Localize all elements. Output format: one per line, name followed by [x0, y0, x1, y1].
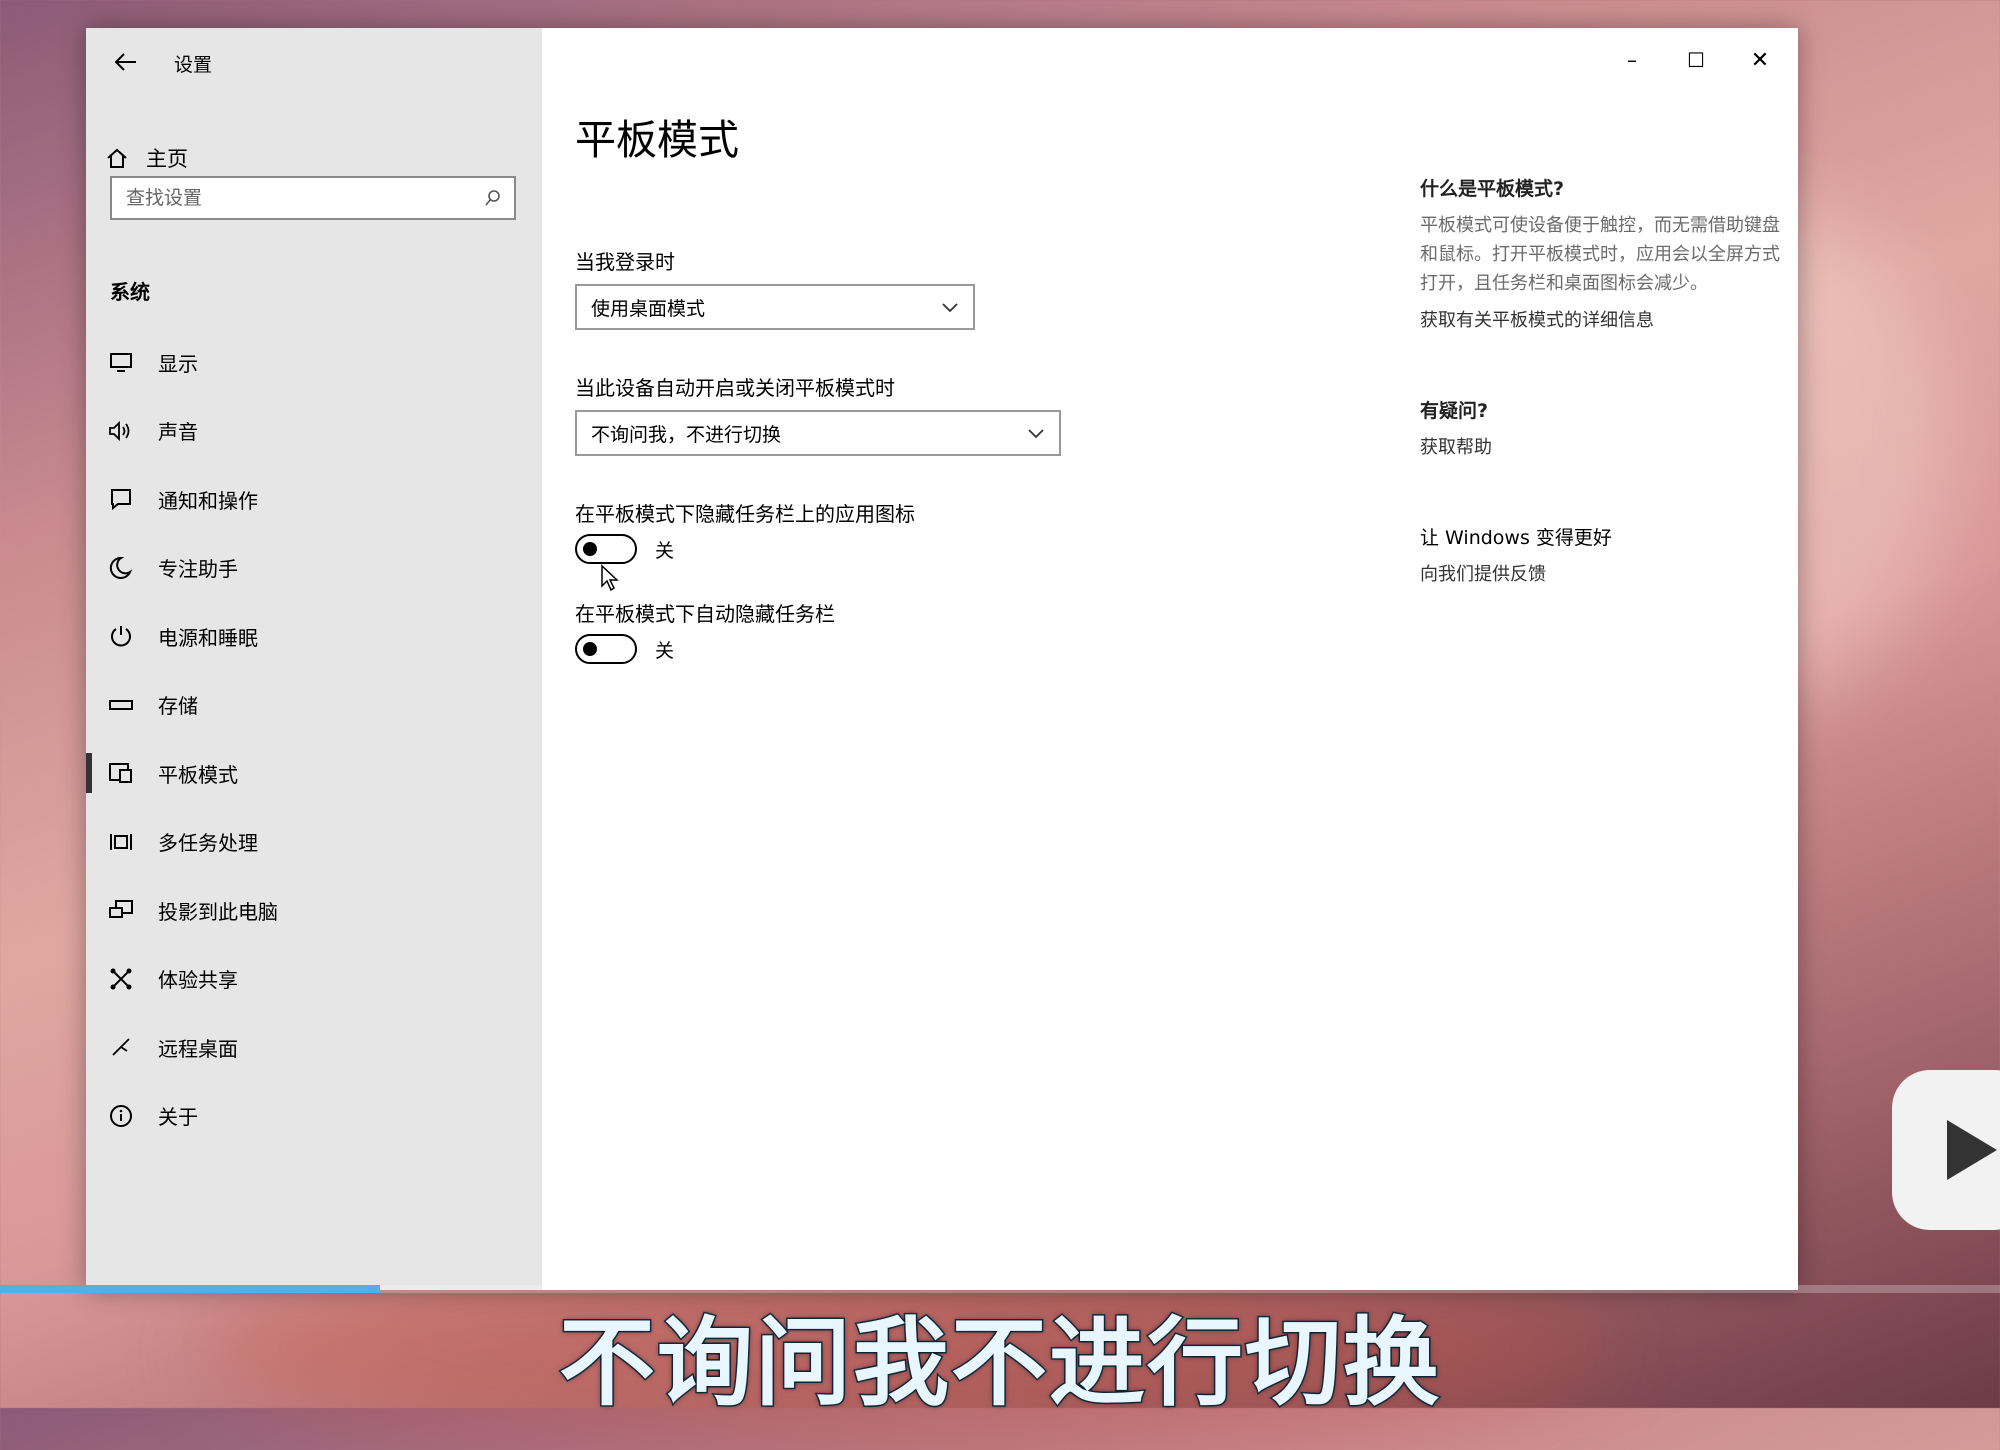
notification-icon [106, 484, 136, 514]
sidebar-item-label: 显示 [158, 351, 198, 376]
sidebar-item-notifications[interactable]: 通知和操作 [86, 465, 542, 534]
mouse-cursor-icon [601, 564, 619, 592]
login-mode-select[interactable]: 使用桌面模式 [575, 284, 975, 330]
sidebar-item-shared-experiences[interactable]: 体验共享 [86, 945, 542, 1014]
auto-hide-label: 在平板模式下自动隐藏任务栏 [575, 602, 835, 626]
sidebar-item-display[interactable]: 显示 [86, 328, 542, 397]
sidebar-item-label: 电源和睡眠 [158, 625, 258, 650]
auto-switch-select[interactable]: 不询问我，不进行切换 [575, 410, 1061, 456]
sidebar-home[interactable]: 主页 [106, 138, 188, 178]
question-title: 有疑问? [1420, 400, 1489, 422]
sidebar: 设置 主页 系统 显示 声音 通知和操作 专注 [86, 28, 542, 1290]
auto-hide-toggle[interactable] [575, 634, 637, 664]
power-icon [106, 621, 136, 651]
minimize-button[interactable]: – [1600, 38, 1664, 82]
sidebar-item-focus-assist[interactable]: 专注助手 [86, 534, 542, 603]
project-icon [106, 895, 136, 925]
auto-switch-value: 不询问我，不进行切换 [591, 423, 782, 446]
hide-icons-label: 在平板模式下隐藏任务栏上的应用图标 [575, 502, 915, 526]
toggle-knob [583, 642, 597, 656]
home-icon [107, 148, 127, 168]
speaker-icon [106, 416, 136, 446]
search-icon [485, 190, 500, 206]
side-info: 什么是平板模式? 平板模式可使设备便于触控，而无需借助键盘和鼠标。打开平板模式时… [1420, 174, 1780, 586]
section-title: 系统 [110, 280, 150, 304]
video-caption: 不询问我不进行切换 [558, 1306, 1441, 1421]
search-box[interactable] [110, 176, 516, 220]
maximize-icon: ☐ [1687, 48, 1705, 72]
monitor-icon [106, 347, 136, 377]
sidebar-item-label: 关于 [158, 1105, 198, 1130]
sidebar-item-project[interactable]: 投影到此电脑 [86, 876, 542, 945]
sidebar-item-label: 通知和操作 [158, 488, 258, 513]
back-button[interactable] [106, 42, 146, 82]
sidebar-item-label: 平板模式 [158, 762, 238, 787]
sidebar-item-label: 声音 [158, 420, 198, 445]
sidebar-item-about[interactable]: 关于 [86, 1082, 542, 1151]
sidebar-item-power-sleep[interactable]: 电源和睡眠 [86, 602, 542, 671]
main-content: – ☐ ✕ 平板模式 当我登录时 使用桌面模式 当此设备自动开启或关闭平板模式时… [542, 28, 1798, 1290]
sidebar-home-label: 主页 [146, 147, 188, 171]
sidebar-item-label: 远程桌面 [158, 1036, 238, 1061]
sidebar-item-label: 多任务处理 [158, 831, 258, 856]
sidebar-item-remote-desktop[interactable]: 远程桌面 [86, 1013, 542, 1082]
login-mode-value: 使用桌面模式 [591, 297, 706, 320]
sidebar-item-label: 投影到此电脑 [158, 899, 278, 924]
login-label: 当我登录时 [575, 250, 675, 274]
settings-window: 设置 主页 系统 显示 声音 通知和操作 专注 [86, 28, 1798, 1290]
toggle-state: 关 [655, 539, 675, 562]
minimize-icon: – [1627, 48, 1637, 72]
sidebar-item-tablet-mode[interactable]: 平板模式 [86, 739, 542, 808]
window-title: 设置 [174, 54, 213, 76]
close-button[interactable]: ✕ [1728, 38, 1792, 82]
what-is-title: 什么是平板模式? [1420, 178, 1565, 200]
what-is-body: 平板模式可使设备便于触控，而无需借助键盘和鼠标。打开平板模式时，应用会以全屏方式… [1420, 215, 1780, 294]
feedback-link[interactable]: 向我们提供反馈 [1420, 560, 1780, 586]
share-icon [106, 964, 136, 994]
moon-icon [106, 553, 136, 583]
sidebar-item-label: 专注助手 [158, 557, 238, 582]
sidebar-item-label: 存储 [158, 694, 198, 719]
auto-switch-label: 当此设备自动开启或关闭平板模式时 [575, 376, 895, 400]
storage-icon [106, 690, 136, 720]
sidebar-item-sound[interactable]: 声音 [86, 397, 542, 466]
play-logo-icon [1892, 1070, 2000, 1230]
hide-icons-toggle[interactable] [575, 534, 637, 564]
info-icon [106, 1101, 136, 1131]
multitask-icon [106, 827, 136, 857]
page-title: 平板模式 [575, 116, 739, 164]
sidebar-nav: 显示 声音 通知和操作 专注助手 电源和睡眠 存储 平板模式 多任务处理 投影到… [86, 328, 542, 1150]
back-arrow-icon [115, 53, 136, 71]
improve-title: 让 Windows 变得更好 [1420, 527, 1612, 549]
maximize-button[interactable]: ☐ [1664, 38, 1728, 82]
tablet-mode-icon [106, 758, 136, 788]
get-help-link[interactable]: 获取帮助 [1420, 433, 1780, 459]
chevron-down-icon [942, 303, 958, 313]
toggle-state: 关 [655, 639, 675, 662]
hide-icons-row: 关 [575, 534, 674, 564]
sidebar-item-storage[interactable]: 存储 [86, 671, 542, 740]
auto-hide-row: 关 [575, 634, 674, 664]
close-icon: ✕ [1750, 47, 1770, 73]
search-input[interactable] [124, 186, 458, 210]
toggle-knob [583, 542, 597, 556]
details-link[interactable]: 获取有关平板模式的详细信息 [1420, 306, 1780, 332]
sidebar-item-multitasking[interactable]: 多任务处理 [86, 808, 542, 877]
chevron-down-icon [1028, 429, 1044, 439]
sidebar-item-label: 体验共享 [158, 968, 238, 993]
remote-desktop-icon [106, 1032, 136, 1062]
